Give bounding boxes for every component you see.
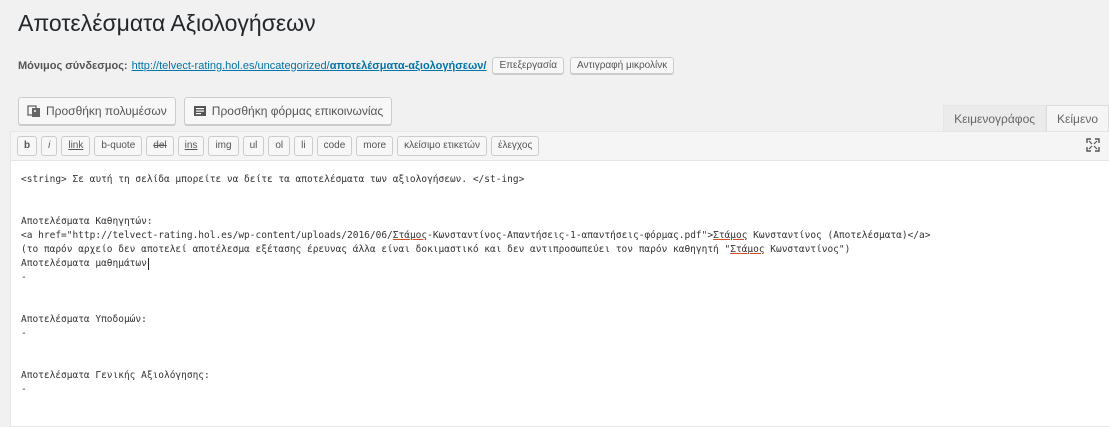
qt-ul-button[interactable]: ul	[242, 136, 265, 156]
section-title-courses: Αποτελέσματα μαθημάτων	[21, 257, 149, 270]
dash-line: -	[21, 384, 27, 395]
qt-del-button[interactable]: del	[146, 136, 174, 156]
editor-tabs: Κειμενογράφος Κείμενο	[943, 105, 1109, 134]
text-caret	[147, 257, 149, 270]
text-editor: b i link b-quote del ins img ul ol li co…	[10, 131, 1109, 427]
note-line: (το παρόν αρχείο δεν αποτελεί αποτέλεσμα…	[21, 244, 851, 255]
qt-link-button[interactable]: link	[61, 136, 91, 156]
editor-content[interactable]: <string> Σε αυτή τη σελίδα μπορείτε να δ…	[11, 161, 1109, 397]
add-contact-form-button[interactable]: Προσθήκη φόρμας επικοινωνίας	[183, 97, 393, 125]
qt-italic-button[interactable]: i	[41, 136, 58, 156]
dash-line: -	[21, 328, 27, 339]
permalink-url-base: http://telvect-rating.hol.es/uncategoriz…	[131, 59, 330, 72]
link-line: <a href="http://telvect-rating.hol.es/wp…	[21, 230, 931, 241]
media-buttons: Προσθήκη πολυμέσων Προσθήκη φόρμας επικο…	[18, 97, 393, 125]
permalink-row: Μόνιμος σύνδεσμος: http://telvect-rating…	[18, 57, 675, 74]
edit-permalink-button[interactable]: Επεξεργασία	[492, 57, 565, 74]
intro-line: <string> Σε αυτή τη σελίδα μπορείτε να δ…	[21, 174, 525, 185]
add-media-button[interactable]: Προσθήκη πολυμέσων	[18, 97, 176, 125]
dash-line: -	[21, 272, 27, 283]
qt-close-tags-button[interactable]: κλείσιμο ετικετών	[397, 136, 487, 156]
qt-ins-button[interactable]: ins	[177, 136, 205, 156]
add-contact-form-label: Προσθήκη φόρμας επικοινωνίας	[211, 104, 384, 118]
qt-li-button[interactable]: li	[294, 136, 313, 156]
quicktags-toolbar: b i link b-quote del ins img ul ol li co…	[11, 132, 1109, 161]
qt-bold-button[interactable]: b	[17, 136, 38, 156]
qt-code-button[interactable]: code	[316, 136, 353, 156]
section-title-professors: Αποτελέσματα Καθηγητών:	[21, 216, 153, 227]
qt-blockquote-button[interactable]: b-quote	[94, 136, 143, 156]
section-title-general: Αποτελέσματα Γενικής Αξιολόγησης:	[21, 370, 210, 381]
page-title: Αποτελέσματα Αξιολογήσεων	[18, 10, 316, 36]
permalink-url-slug: αποτελέσματα-αξιολογήσεων/	[329, 59, 487, 72]
media-icon	[27, 105, 40, 117]
permalink-link[interactable]: http://telvect-rating.hol.es/uncategoriz…	[132, 60, 487, 72]
section-title-infrastructure: Αποτελέσματα Υποδομών:	[21, 314, 147, 325]
add-media-label: Προσθήκη πολυμέσων	[46, 104, 167, 118]
tab-visual[interactable]: Κειμενογράφος	[943, 105, 1047, 134]
qt-more-button[interactable]: more	[356, 136, 394, 156]
copy-shortlink-button[interactable]: Αντιγραφή μικρολίνκ	[570, 57, 675, 74]
permalink-label: Μόνιμος σύνδεσμος:	[18, 59, 128, 72]
tab-text[interactable]: Κείμενο	[1046, 105, 1109, 134]
qt-spellcheck-button[interactable]: έλεγχος	[490, 136, 540, 156]
qt-img-button[interactable]: img	[208, 136, 239, 156]
qt-ol-button[interactable]: ol	[268, 136, 291, 156]
fullscreen-expand-icon[interactable]	[1086, 138, 1100, 152]
form-icon	[193, 106, 206, 116]
